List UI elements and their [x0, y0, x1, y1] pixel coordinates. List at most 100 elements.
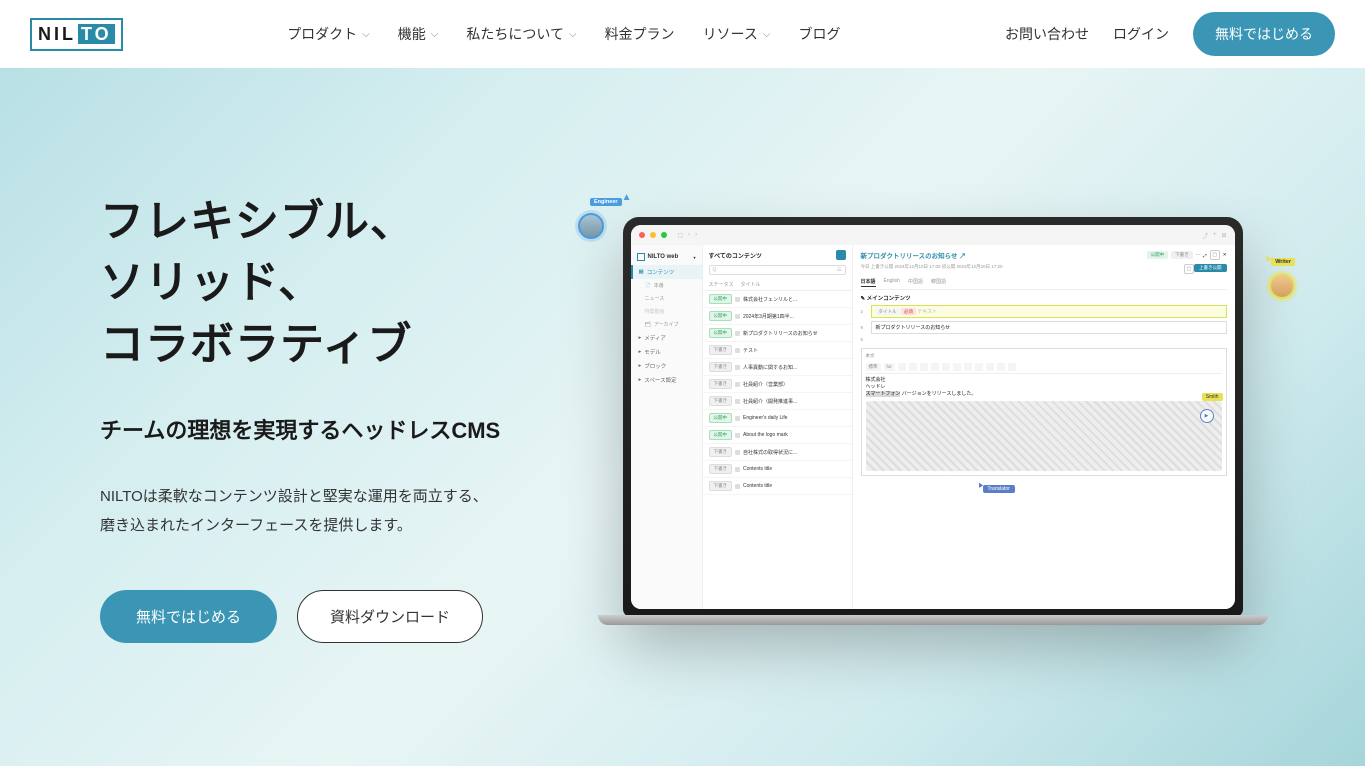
status-badge: 下書き	[709, 396, 733, 406]
app-sidebar: NILTO web▾ ▦コンテンツ 📄本番 ニュース 特集動画 🗂アーカイブ ▸…	[631, 245, 703, 609]
undo-icon[interactable]	[997, 363, 1005, 371]
sidebar-item-media[interactable]: ▸メディア	[631, 331, 702, 345]
list-icon[interactable]	[942, 363, 950, 371]
doc-icon	[735, 416, 740, 421]
hero-buttons: 無料ではじめる 資料ダウンロード	[100, 590, 570, 643]
tab-english[interactable]: English	[884, 278, 900, 287]
collaborator-avatar	[1269, 273, 1295, 299]
chevron-down-icon: ⌵	[763, 29, 771, 40]
window-chrome: ▢ ‹ › ⤴ + ⊞	[631, 225, 1235, 245]
nav-features[interactable]: 機能⌵	[398, 24, 439, 44]
hero-subtitle: チームの理想を実現するヘッドレスCMS	[100, 413, 570, 445]
cursor-label-engineer: Engineer	[590, 198, 622, 206]
hero-copy: フレキシブル、 ソリッド、 コラボラティブ チームの理想を実現するヘッドレスCM…	[100, 191, 600, 644]
expand-icon[interactable]: ⤢	[1203, 253, 1207, 258]
close-icon	[639, 232, 645, 238]
nav-about[interactable]: 私たちについて⌵	[466, 24, 576, 44]
workspace-selector[interactable]: NILTO web▾	[631, 249, 702, 265]
row-title: 社員紹介（開発推進事...	[743, 398, 846, 405]
row-title: 自社株式の取得状況に...	[743, 449, 846, 456]
tab-japanese[interactable]: 日本語	[861, 278, 876, 287]
quote-icon[interactable]	[964, 363, 972, 371]
table-row[interactable]: 公開中株式会社フェンリルと...	[703, 291, 852, 308]
sidebar-item-model[interactable]: ▸モデル	[631, 345, 702, 359]
row-title: 株式会社フェンリルと...	[743, 296, 846, 303]
cta-button[interactable]: 無料ではじめる	[1193, 12, 1335, 56]
table-row[interactable]: 下書き 社員紹介（開発推進事...	[703, 393, 852, 410]
redo-icon[interactable]	[1008, 363, 1016, 371]
nav-resources[interactable]: リソース⌵	[703, 24, 771, 44]
sidebar-item-archive[interactable]: 🗂アーカイブ	[631, 318, 702, 331]
title-field[interactable]: タイトル 必須 テキスト 三谷梶斗	[871, 305, 1227, 318]
table-row[interactable]: 下書きContents title	[703, 461, 852, 478]
status-badge: 下書き	[1171, 251, 1193, 259]
nav-pricing[interactable]: 料金プラン	[605, 24, 675, 44]
content-list-panel: すべてのコンテンツ Q☰ ステータスタイトル 公開中株式会社フェンリルと...公…	[703, 245, 853, 609]
rich-text-editor[interactable]: 本文 標準 h2 Smith 株式会社 ヘッドレ スマートフォン バージョンをリ…	[861, 348, 1227, 476]
tab-chinese[interactable]: 中国語	[908, 278, 923, 287]
row-title: 社員紹介（営業部）	[743, 381, 846, 388]
chevron-down-icon: ⌵	[362, 29, 370, 40]
doc-icon	[735, 467, 740, 472]
tab-korean[interactable]: 韓国語	[931, 278, 946, 287]
logo-icon	[637, 253, 645, 261]
status-badge: 下書き	[709, 362, 733, 372]
add-content-button[interactable]	[836, 250, 846, 260]
start-free-button[interactable]: 無料ではじめる	[100, 590, 277, 643]
list-ol-icon[interactable]	[953, 363, 961, 371]
image-icon[interactable]	[986, 363, 994, 371]
doc-icon	[735, 399, 740, 404]
editor-toolbar: 標準 h2	[866, 361, 1222, 374]
nav-product[interactable]: プロダクト⌵	[287, 24, 370, 44]
play-icon[interactable]	[1200, 409, 1214, 423]
table-row[interactable]: 下書き人事異動に関するお知...	[703, 359, 852, 376]
doc-icon	[735, 450, 740, 455]
table-row[interactable]: 下書きテスト	[703, 342, 852, 359]
sidebar-item-news[interactable]: ニュース	[631, 292, 702, 305]
table-row[interactable]: 公開中About the logo mark	[703, 427, 852, 444]
login-link[interactable]: ログイン	[1113, 24, 1169, 44]
table-row[interactable]: 公開中Engineer's daily Life	[703, 410, 852, 427]
search-input[interactable]: Q☰	[709, 265, 846, 275]
sidebar-item-production[interactable]: 📄本番	[631, 279, 702, 292]
settings-icon[interactable]: ▢	[1184, 264, 1194, 274]
paragraph-style[interactable]: 標準	[866, 363, 881, 371]
image-preview	[866, 401, 1222, 471]
sidebar-item-block[interactable]: ▸ブロック	[631, 359, 702, 373]
nav-blog[interactable]: ブログ	[798, 24, 840, 44]
publish-button[interactable]: 上書き公開	[1194, 264, 1227, 272]
status-badge: 公開中	[709, 328, 733, 338]
hero-description: NILTOは柔軟なコンテンツ設計と堅実な運用を両立する、 磨き込まれたインターフ…	[100, 483, 570, 540]
table-row[interactable]: 下書きContents title	[703, 478, 852, 495]
close-icon[interactable]: ✕	[1223, 252, 1227, 258]
code-icon[interactable]	[975, 363, 983, 371]
link-icon[interactable]	[931, 363, 939, 371]
bold-icon[interactable]	[898, 363, 906, 371]
table-row[interactable]: 下書き自社株式の取得状況に...	[703, 444, 852, 461]
underline-icon[interactable]	[920, 363, 928, 371]
content-title: 新プロダクトリリースのお知らせ ↗	[861, 250, 966, 260]
status-badge: 下書き	[709, 481, 733, 491]
sidebar-item-content[interactable]: ▦コンテンツ	[631, 265, 702, 279]
more-icon[interactable]: ⋯	[1196, 252, 1201, 258]
title-value[interactable]: 新プロダクトリリースのお知らせ	[871, 321, 1227, 334]
status-badge: 公開中	[709, 311, 733, 321]
logo[interactable]: NILTO	[30, 18, 123, 51]
table-row[interactable]: 公開中2024年3月期第1四半...	[703, 308, 852, 325]
italic-icon[interactable]	[909, 363, 917, 371]
table-row[interactable]: 公開中新プロダクトリリースのお知らせ	[703, 325, 852, 342]
sidebar-item-featured[interactable]: 特集動画	[631, 305, 702, 318]
contact-link[interactable]: お問い合わせ	[1005, 24, 1089, 44]
table-row[interactable]: 下書き社員紹介（営業部）	[703, 376, 852, 393]
hero-section: フレキシブル、 ソリッド、 コラボラティブ チームの理想を実現するヘッドレスCM…	[0, 68, 1365, 766]
cursor-label-translator: Translator	[983, 485, 1015, 493]
status-badge: 公開中	[709, 430, 733, 440]
laptop-mockup: ▢ ‹ › ⤴ + ⊞ NILTO web▾ ▦コンテンツ 📄本番 ニュース 特…	[623, 217, 1243, 617]
doc-icon	[735, 382, 740, 387]
row-title: テスト	[743, 347, 846, 354]
download-docs-button[interactable]: 資料ダウンロード	[297, 590, 483, 643]
app-screenshot: ▢ ‹ › ⤴ + ⊞ NILTO web▾ ▦コンテンツ 📄本番 ニュース 特…	[631, 225, 1235, 609]
sidebar-item-settings[interactable]: ▸スペース設定	[631, 373, 702, 387]
preview-icon[interactable]: ▢	[1210, 250, 1220, 260]
cursor-label-smith: Smith	[1202, 393, 1223, 401]
